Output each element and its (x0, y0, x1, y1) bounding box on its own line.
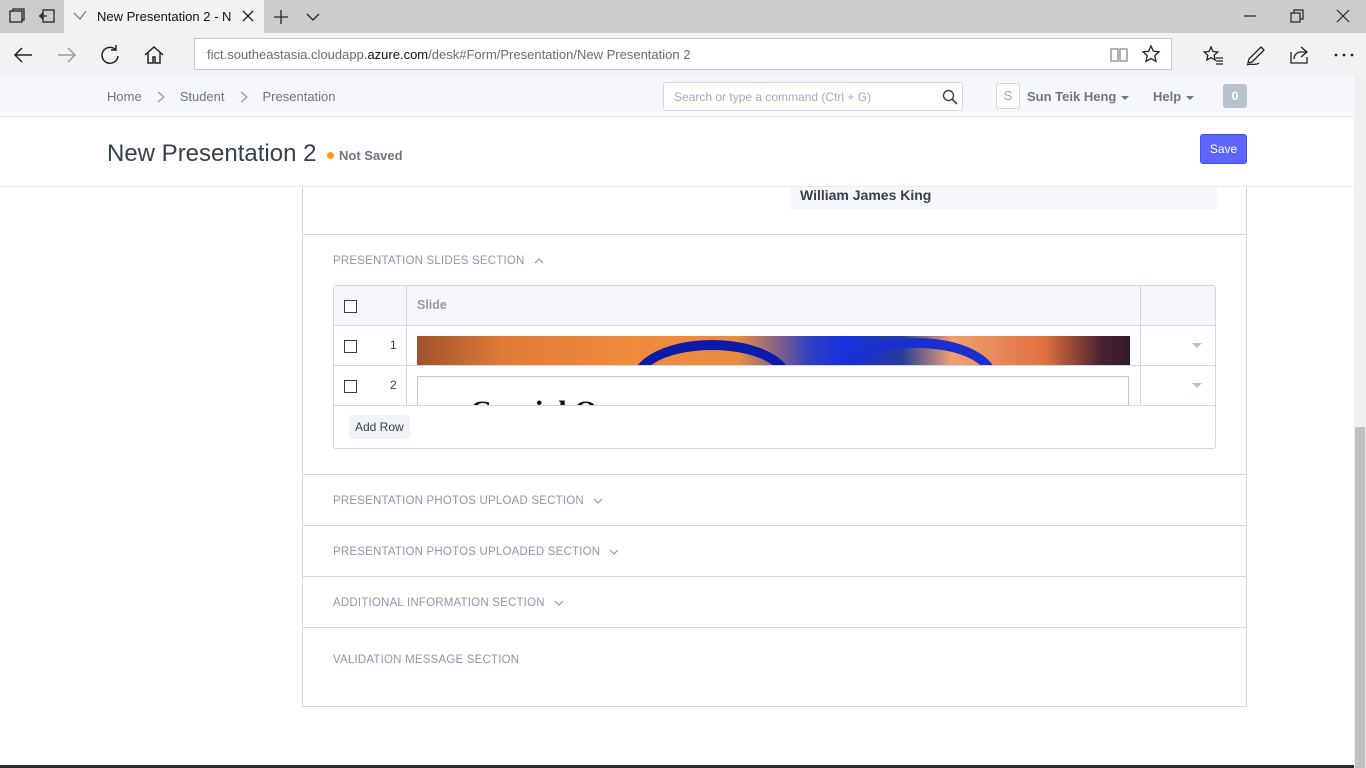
row-index: 1 (390, 338, 397, 352)
breadcrumb-presentation[interactable]: Presentation (263, 89, 336, 104)
tab-close-icon[interactable] (240, 8, 256, 24)
browser-navigation-bar: fict.southeastasia.cloudapp.azure.com/de… (0, 33, 1366, 76)
chevron-down-icon (609, 549, 619, 555)
more-icon[interactable] (1333, 44, 1355, 66)
section-divider (303, 474, 1246, 475)
search-icon[interactable] (942, 89, 958, 105)
back-icon[interactable] (12, 44, 34, 66)
breadcrumb-chevron-icon (157, 91, 165, 102)
row-checkbox[interactable] (344, 380, 357, 393)
caret-down-icon (1186, 95, 1195, 100)
refresh-icon[interactable] (99, 44, 121, 66)
breadcrumb: Home Student Presentation (107, 89, 336, 104)
tab-list-icon[interactable] (304, 8, 322, 26)
slide-thumbnail-image (417, 336, 1130, 365)
address-url: fict.southeastasia.cloudapp.azure.com/de… (207, 47, 691, 62)
readonly-field-value: William James King (790, 187, 1217, 209)
command-search-input[interactable] (674, 88, 934, 106)
status-dot-icon (327, 152, 334, 159)
favorite-star-icon[interactable] (1141, 44, 1161, 64)
table-row[interactable]: 2 Crucial Q (334, 366, 1215, 406)
browser-tab-strip: New Presentation 2 - N (0, 0, 1366, 33)
breadcrumb-student[interactable]: Student (180, 89, 225, 104)
row-edit-caret-icon[interactable] (1192, 383, 1202, 388)
chevron-up-icon (534, 258, 543, 264)
chevron-down-icon (593, 498, 603, 504)
caret-down-icon (1121, 95, 1130, 100)
notification-badge[interactable]: 0 (1223, 84, 1247, 108)
help-menu[interactable]: Help (1153, 89, 1195, 104)
grid-header-row: Slide (334, 286, 1215, 326)
column-header-slide: Slide (417, 298, 447, 312)
tab-sets-icon[interactable] (8, 7, 26, 25)
avatar[interactable]: S (996, 83, 1020, 109)
section-head-additional-info[interactable]: ADDITIONAL INFORMATION SECTION (333, 597, 565, 609)
help-label: Help (1153, 89, 1182, 104)
address-bar[interactable]: fict.southeastasia.cloudapp.azure.com/de… (194, 38, 1172, 70)
section-head-photos-upload[interactable]: PRESENTATION PHOTOS UPLOAD SECTION (333, 495, 604, 507)
table-row[interactable]: 1 (334, 326, 1215, 366)
user-menu[interactable]: Sun Teik Heng (1027, 89, 1130, 104)
browser-tab-active[interactable]: New Presentation 2 - N (64, 0, 264, 33)
page-scrollbar-thumb[interactable] (1355, 427, 1365, 768)
section-head-photos-uploaded[interactable]: PRESENTATION PHOTOS UPLOADED SECTION (333, 546, 620, 558)
slide-image-shape (837, 338, 997, 365)
restore-icon[interactable] (1289, 8, 1305, 24)
row-index: 2 (390, 378, 397, 392)
section-divider (303, 234, 1246, 235)
section-divider (303, 576, 1246, 577)
status-indicator: Not Saved (327, 148, 403, 163)
slides-grid: Slide 1 2 Crucial Q Add Row (333, 285, 1216, 449)
app-navbar: Home Student Presentation S Sun Teik Hen… (0, 76, 1366, 117)
page-head: New Presentation 2 Not Saved Save (0, 117, 1354, 187)
select-all-checkbox[interactable] (344, 300, 357, 313)
status-text: Not Saved (339, 148, 403, 163)
section-divider (303, 525, 1246, 526)
section-divider (303, 627, 1246, 628)
user-name: Sun Teik Heng (1027, 89, 1117, 104)
close-window-icon[interactable] (1335, 8, 1351, 24)
minimize-icon[interactable] (1242, 8, 1258, 24)
tab-aside-icon[interactable] (38, 7, 56, 25)
new-tab-icon[interactable] (272, 8, 290, 26)
forward-icon[interactable] (56, 44, 78, 66)
slide-thumbnail-image: Crucial Q (417, 376, 1129, 405)
share-icon[interactable] (1288, 44, 1310, 66)
pen-icon[interactable] (1245, 44, 1267, 66)
section-head-slides[interactable]: PRESENTATION SLIDES SECTION (333, 255, 545, 267)
section-head-validation-message: VALIDATION MESSAGE SECTION (333, 654, 520, 666)
tab-title: New Presentation 2 - N (97, 9, 232, 24)
command-search (663, 82, 963, 111)
chevron-down-icon (554, 600, 564, 606)
row-checkbox[interactable] (344, 340, 357, 353)
reading-view-icon[interactable] (1109, 45, 1129, 65)
home-icon[interactable] (143, 44, 165, 66)
breadcrumb-home[interactable]: Home (107, 89, 142, 104)
favorites-hub-icon[interactable] (1202, 44, 1224, 66)
breadcrumb-chevron-icon (240, 91, 248, 102)
add-row-button[interactable]: Add Row (349, 415, 410, 439)
page-favicon-icon (73, 10, 87, 21)
slide-image-shape (632, 340, 792, 365)
slide-text: Crucial Q (470, 395, 598, 405)
form-layout: William James King PRESENTATION SLIDES S… (302, 187, 1247, 707)
page-title: New Presentation 2 (107, 140, 317, 167)
row-edit-caret-icon[interactable] (1192, 343, 1202, 348)
save-button[interactable]: Save (1200, 134, 1247, 164)
